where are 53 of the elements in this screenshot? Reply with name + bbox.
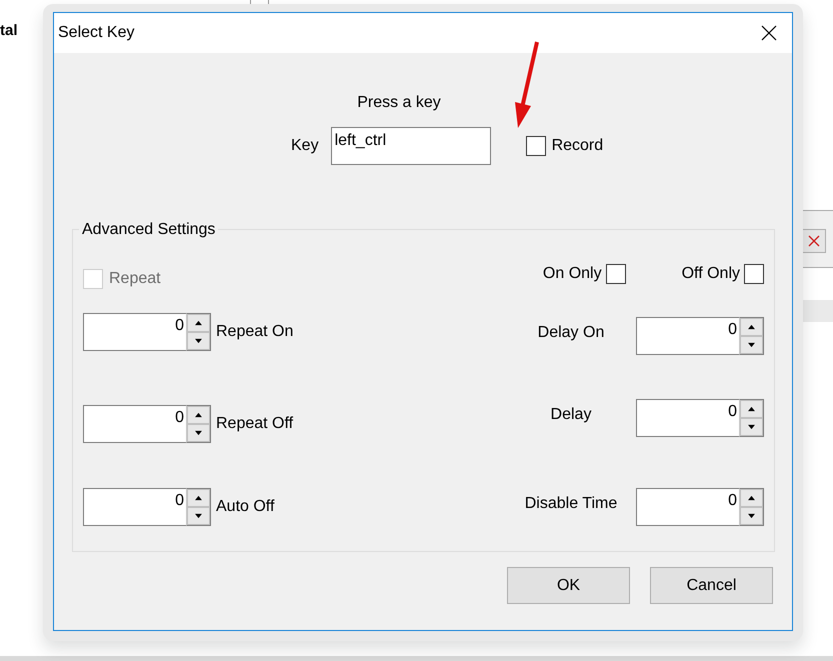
up-triangle-icon — [194, 412, 203, 418]
spin-field[interactable]: 0 — [83, 313, 186, 351]
up-triangle-icon — [747, 406, 756, 412]
checkbox-label: Repeat — [109, 269, 161, 289]
spin-label: Delay On — [536, 323, 606, 343]
spin-down-button[interactable] — [740, 507, 763, 525]
up-triangle-icon — [747, 324, 756, 330]
down-triangle-icon — [194, 430, 203, 436]
spin-down-button[interactable] — [740, 418, 763, 436]
checkbox-label: Record — [552, 136, 604, 156]
close-icon — [761, 25, 777, 41]
spin-up-button[interactable] — [740, 318, 763, 336]
spin-field[interactable]: 0 — [636, 317, 739, 355]
spin-label: Delay — [550, 405, 592, 425]
spin-up-button[interactable] — [187, 314, 210, 332]
down-triangle-icon — [747, 513, 756, 519]
prompt-text: Press a key — [356, 93, 442, 113]
checkbox[interactable] — [744, 264, 764, 284]
dialog-button[interactable]: Cancel — [650, 567, 773, 604]
spin-down-button[interactable] — [740, 336, 763, 354]
spin-label: Auto Off — [216, 497, 274, 517]
up-triangle-icon — [194, 495, 203, 501]
spin-up-button[interactable] — [740, 489, 763, 507]
checkbox-label: On Only — [542, 264, 602, 284]
checkbox-label: Off Only — [682, 264, 740, 284]
spin-down-button[interactable] — [187, 424, 210, 442]
key-field[interactable]: left_ctrl — [330, 127, 491, 165]
spin-up-button[interactable] — [187, 489, 210, 507]
spin-up-button[interactable] — [740, 400, 763, 418]
spin-down-button[interactable] — [187, 332, 210, 350]
background-text: tal — [0, 21, 18, 41]
group-title: Advanced Settings — [79, 220, 218, 240]
spin-label: Repeat Off — [216, 414, 294, 434]
down-triangle-icon — [747, 342, 756, 348]
close-icon — [808, 235, 820, 247]
spin-field[interactable]: 0 — [636, 399, 739, 437]
down-triangle-icon — [194, 338, 203, 344]
down-triangle-icon — [747, 424, 756, 430]
spin-field[interactable]: 0 — [83, 488, 186, 526]
down-triangle-icon — [194, 513, 203, 519]
checkbox[interactable] — [526, 136, 546, 156]
spin-field[interactable]: 0 — [83, 405, 186, 443]
spin-down-button[interactable] — [187, 507, 210, 525]
window-title: Select Key — [58, 23, 134, 43]
checkbox[interactable] — [606, 264, 626, 284]
spin-label: Repeat On — [216, 322, 294, 342]
up-triangle-icon — [747, 495, 756, 501]
key-label: Key — [291, 136, 319, 156]
dialog-button[interactable]: OK — [507, 567, 630, 604]
spin-field[interactable]: 0 — [636, 488, 739, 526]
spin-label: Disable Time — [524, 494, 618, 514]
spin-up-button[interactable] — [187, 406, 210, 424]
up-triangle-icon — [194, 320, 203, 326]
